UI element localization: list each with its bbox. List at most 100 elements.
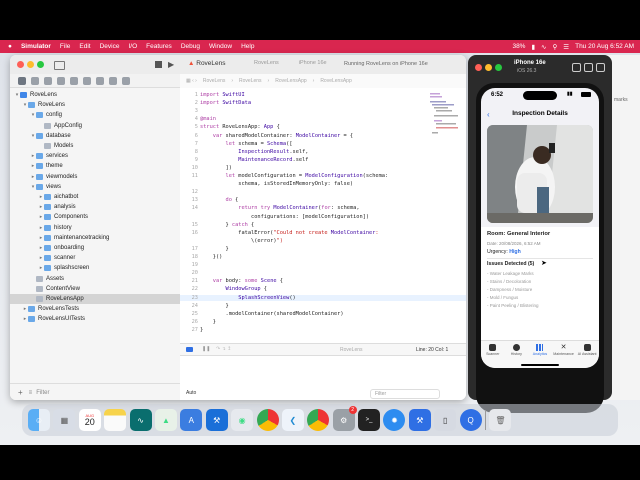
console-mode-selector[interactable]: Auto [186,390,196,396]
nav-item-views[interactable]: ▾ views [10,182,180,192]
menu-device[interactable]: Device [100,43,120,50]
stocks-icon[interactable]: ∿ [129,409,152,431]
nav-item-components[interactable]: ▸ Components [10,212,180,222]
nav-item-maintenancetracking[interactable]: ▸ maintenancetracking [10,233,180,243]
pause-icon[interactable]: ❚❚ [202,346,210,352]
report-icon[interactable] [122,76,130,85]
nav-item-onboarding[interactable]: ▸ onboarding [10,243,180,253]
nav-item-appconfig[interactable]: AppConfig [10,121,180,131]
nav-item-database[interactable]: ▾ database [10,131,180,141]
nav-item-rovelensapp[interactable]: RoveLensApp [10,294,180,304]
nav-item-rovelensuitests[interactable]: ▸ RoveLensUITests [10,314,180,324]
nav-item-scanner[interactable]: ▸ scanner [10,253,180,263]
tab-ai-assistant[interactable]: AI Assistant [576,344,598,356]
run-icon[interactable]: ▶ [168,60,174,69]
home-icon[interactable] [572,63,581,72]
android-studio-icon[interactable]: ▲ [154,409,177,431]
xcode-build-icon[interactable]: ⚒ [408,409,431,431]
menu-debug[interactable]: Debug [181,43,200,50]
stop-icon[interactable] [155,61,162,68]
menu-features[interactable]: Features [146,43,172,50]
sidebar-toggle-icon[interactable] [54,61,65,70]
xcode-icon[interactable]: ⚒ [205,409,228,431]
safari-icon[interactable]: ✹ [383,409,406,431]
jump-item-symbol[interactable]: RoveLensApp [320,78,351,84]
nav-item-rovelens[interactable]: ▾ RoveLens [10,90,180,100]
debug-area-toggle-icon[interactable] [186,347,193,352]
launchpad-icon[interactable]: ▦ [53,409,76,431]
add-icon[interactable]: + [18,388,23,397]
rotate-icon[interactable] [596,63,605,72]
minimap[interactable] [428,91,458,136]
menu-edit[interactable]: Edit [79,43,90,50]
nav-item-theme[interactable]: ▸ theme [10,161,180,171]
nav-item-aichatbot[interactable]: ▸ aichatbot [10,192,180,202]
chrome-icon[interactable] [256,409,279,431]
sim-zoom-button[interactable] [495,64,502,71]
sim-close-button[interactable] [475,64,482,71]
nav-item-splashscreen[interactable]: ▸ splashscreen [10,263,180,273]
console-filter-input[interactable]: Filter [370,389,440,399]
warning-icon[interactable] [70,76,78,85]
nav-item-services[interactable]: ▸ services [10,151,180,161]
zoom-button[interactable] [37,61,44,68]
terminal-icon[interactable]: >_ [358,409,381,431]
nav-item-viewmodels[interactable]: ▸ viewmodels [10,172,180,182]
menu-window[interactable]: Window [209,43,232,50]
apple-icon[interactable]: ● [8,43,12,50]
test-icon[interactable] [83,76,91,85]
navigator-filter-input[interactable]: Filter [36,390,49,396]
nav-item-history[interactable]: ▸ history [10,223,180,233]
nav-item-assets[interactable]: Assets [10,274,180,284]
step-icon[interactable]: ↷ ↴ ↥ [216,346,231,352]
jump-item-file[interactable]: RoveLensApp [275,78,306,84]
clock-text[interactable]: Thu 20 Aug 6:52 AM [575,43,634,50]
app-screen[interactable]: 6:52 ▮▮ ‹ Inspection Details Room: Gener… [481,88,599,368]
simulator-icon[interactable]: ▯ [434,409,457,431]
quicktime-icon[interactable]: Q [459,409,482,431]
nav-item-rovelens[interactable]: ▾ RoveLens [10,100,180,110]
tab-maintenance[interactable]: ✕ Maintenance [553,344,575,356]
tab-history[interactable]: History [505,344,527,356]
search-icon[interactable]: ⚲ [553,43,558,51]
control-center-icon[interactable]: ☰ [563,43,569,51]
close-button[interactable] [17,61,24,68]
menu-help[interactable]: Help [241,43,254,50]
menu-file[interactable]: File [60,43,70,50]
screenshot-icon[interactable] [584,63,593,72]
finder-icon[interactable]: ☺ [28,409,50,431]
debug-target[interactable]: RoveLens [340,347,363,353]
trash-icon[interactable]: 🗑 [489,409,512,431]
calendar-icon[interactable]: AUG 20 [78,409,101,431]
nav-item-models[interactable]: Models [10,141,180,151]
minimize-button[interactable] [27,61,34,68]
jump-nav-icon[interactable]: ▦ ‹ › [186,78,197,84]
wifi-icon[interactable]: ∿ [541,43,546,51]
xcode-instruments-icon[interactable]: A [180,409,203,431]
nav-item-contentview[interactable]: ContentView [10,284,180,294]
inspection-photo[interactable] [487,125,593,223]
nav-item-config[interactable]: ▾ config [10,110,180,120]
notes-icon[interactable] [104,409,127,431]
chrome-icon[interactable] [307,409,330,431]
android-icon[interactable]: ◉ [231,409,254,431]
source-control-icon[interactable] [31,76,39,85]
menu-io[interactable]: I/O [128,43,137,50]
debug-icon[interactable] [96,76,104,85]
vscode-icon[interactable]: ❮ [281,409,304,431]
nav-item-analysis[interactable]: ▸ analysis [10,202,180,212]
home-indicator[interactable] [521,364,559,366]
jump-item-project[interactable]: RoveLens [203,78,226,84]
battery-percent[interactable]: 38% [512,43,525,50]
menu-app-name[interactable]: Simulator [21,43,51,50]
find-icon[interactable] [57,76,65,85]
breakpoint-icon[interactable] [109,76,117,85]
code-editor[interactable]: 1 import SwiftUI 2 import SwiftData 3 4 @main 5… [180,88,466,343]
tab-analytics[interactable]: Analytics [529,344,551,356]
jump-item-group[interactable]: RoveLens [239,78,262,84]
symbol-icon[interactable] [44,76,52,85]
sim-minimize-button[interactable] [485,64,492,71]
nav-item-rovelenstests[interactable]: ▸ RoveLensTests [10,304,180,314]
settings-icon[interactable]: ⚙ 2 [332,406,357,431]
debug-console[interactable]: Auto Filter [180,355,466,400]
